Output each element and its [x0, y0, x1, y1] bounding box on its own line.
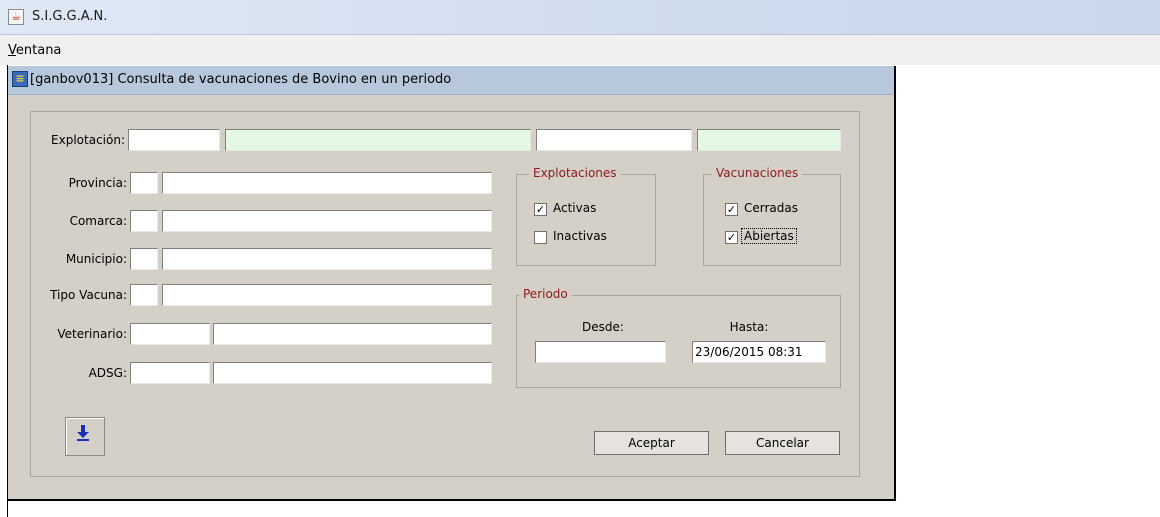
desde-field[interactable]: [535, 341, 666, 363]
hasta-field[interactable]: 23/06/2015 08:31: [692, 341, 826, 363]
explotacion-code-field[interactable]: [128, 129, 220, 151]
explotacion-label: Explotación:: [51, 133, 125, 147]
periodo-legend: Periodo: [519, 287, 572, 301]
form-icon: ≡: [12, 71, 28, 87]
explotaciones-group: Explotaciones ✓ Activas Inactivas: [516, 166, 656, 266]
adsg-label: ADSG:: [88, 366, 127, 380]
tipo-vacuna-code-field[interactable]: [130, 284, 158, 306]
tipo-vacuna-name-field[interactable]: [162, 284, 492, 306]
comarca-name-field[interactable]: [162, 210, 492, 232]
inactivas-label[interactable]: Inactivas: [553, 229, 607, 243]
arrow-down-icon: [77, 425, 89, 441]
abiertas-label[interactable]: Abiertas: [741, 228, 797, 244]
aceptar-button[interactable]: Aceptar: [594, 431, 709, 455]
comarca-code-field[interactable]: [130, 210, 158, 232]
abiertas-checkbox[interactable]: ✓: [725, 231, 738, 244]
explotacion-name-field[interactable]: [225, 129, 531, 151]
desde-label: Desde:: [582, 320, 624, 334]
explotacion-extra-field[interactable]: [536, 129, 692, 151]
adsg-code-field[interactable]: [130, 362, 210, 384]
frame-title: [ganbov013] Consulta de vacunaciones de …: [30, 72, 452, 87]
cerradas-label[interactable]: Cerradas: [744, 201, 798, 215]
explotaciones-legend: Explotaciones: [529, 166, 621, 180]
download-button[interactable]: [65, 417, 105, 456]
java-cup-icon: ☕: [8, 9, 24, 25]
comarca-label: Comarca:: [69, 214, 127, 228]
tipo-vacuna-label: Tipo Vacuna:: [50, 288, 127, 302]
municipio-name-field[interactable]: [162, 248, 492, 270]
explotacion-extra-green-field[interactable]: [697, 129, 841, 151]
menu-bar: Ventana: [0, 35, 1160, 65]
veterinario-label: Veterinario:: [57, 327, 127, 341]
vacunaciones-group: Vacunaciones ✓ Cerradas ✓ Abiertas: [703, 166, 841, 266]
internal-frame: ≡ [ganbov013] Consulta de vacunaciones d…: [8, 66, 896, 501]
veterinario-name-field[interactable]: [213, 323, 492, 345]
vacunaciones-legend: Vacunaciones: [712, 166, 803, 180]
activas-checkbox[interactable]: ✓: [534, 203, 547, 216]
query-panel: Explotación: Provincia: Comarca: Municip…: [30, 111, 860, 477]
municipio-label: Municipio:: [65, 252, 127, 266]
window-title: S.I.G.G.A.N.: [32, 9, 108, 24]
municipio-code-field[interactable]: [130, 248, 158, 270]
veterinario-code-field[interactable]: [130, 323, 210, 345]
hasta-label: Hasta:: [729, 320, 769, 334]
activas-label[interactable]: Activas: [553, 201, 596, 215]
cancelar-button[interactable]: Cancelar: [725, 431, 840, 455]
cerradas-checkbox[interactable]: ✓: [725, 203, 738, 216]
provincia-name-field[interactable]: [162, 172, 492, 194]
provincia-code-field[interactable]: [130, 172, 158, 194]
frame-title-bar[interactable]: ≡ [ganbov013] Consulta de vacunaciones d…: [8, 66, 894, 95]
periodo-group: Periodo Desde: Hasta: 23/06/2015 08:31: [516, 287, 841, 388]
adsg-name-field[interactable]: [213, 362, 492, 384]
inactivas-checkbox[interactable]: [534, 231, 547, 244]
provincia-label: Provincia:: [68, 176, 127, 190]
menu-ventana[interactable]: Ventana: [8, 43, 61, 58]
window-title-bar: ☕ S.I.G.G.A.N.: [0, 0, 1160, 35]
